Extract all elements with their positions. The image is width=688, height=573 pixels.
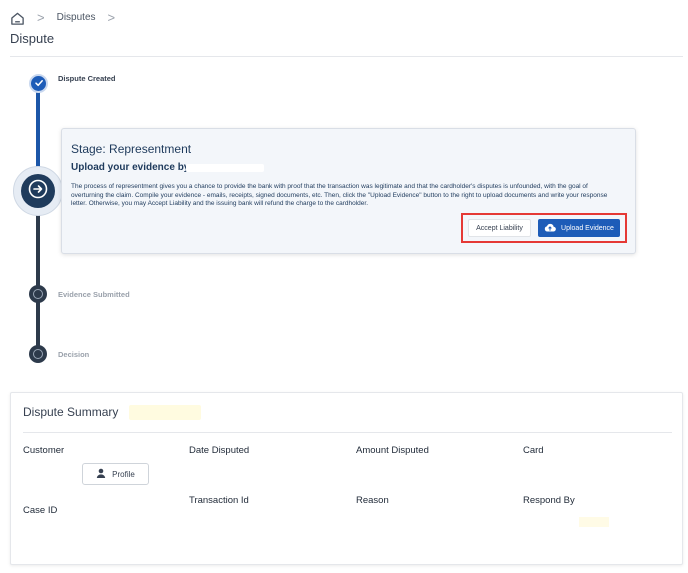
case-id-label: Case ID xyxy=(23,505,58,516)
amount-disputed-label: Amount Disputed xyxy=(356,445,429,456)
date-disputed-label: Date Disputed xyxy=(189,445,250,456)
redacted-dispute-id xyxy=(129,405,201,420)
cloud-upload-icon xyxy=(544,223,556,234)
timeline-step-created-label: Dispute Created xyxy=(58,74,116,83)
arrow-right-circle-icon xyxy=(27,178,49,205)
circle-icon xyxy=(33,289,43,299)
redacted-deadline xyxy=(186,164,264,172)
card-label: Card xyxy=(523,445,544,456)
timeline-step-representment-node xyxy=(13,166,63,216)
respond-by-label: Respond By xyxy=(523,495,575,506)
timeline-step-evidence-label: Evidence Submitted xyxy=(58,290,130,299)
timeline-step-created-node xyxy=(29,74,48,93)
page-title: Dispute xyxy=(10,31,55,46)
check-icon xyxy=(34,75,44,93)
circle-icon xyxy=(33,349,43,359)
timeline-step-evidence-node xyxy=(29,285,47,303)
timeline-connector-completed xyxy=(36,88,40,168)
timeline-step-decision-label: Decision xyxy=(58,350,90,359)
upload-evidence-label: Upload Evidence xyxy=(561,224,614,232)
user-icon xyxy=(96,468,106,480)
profile-button[interactable]: Profile xyxy=(82,463,149,485)
divider xyxy=(10,56,683,57)
divider xyxy=(23,432,672,433)
transaction-id-label: Transaction Id xyxy=(189,495,249,506)
breadcrumb-disputes-link[interactable]: Disputes xyxy=(57,10,96,26)
timeline-step-decision-node xyxy=(29,345,47,363)
summary-title: Dispute Summary xyxy=(23,405,119,419)
profile-label: Profile xyxy=(112,469,135,479)
stage-heading: Upload your evidence by xyxy=(71,162,190,173)
upload-evidence-button[interactable]: Upload Evidence xyxy=(538,219,620,237)
redacted-respond-by-value xyxy=(579,517,609,527)
dispute-summary-card: Dispute Summary Customer Date Disputed A… xyxy=(10,392,683,565)
breadcrumb: > Disputes > xyxy=(10,10,127,26)
reason-label: Reason xyxy=(356,495,389,506)
breadcrumb-separator: > xyxy=(107,10,116,25)
accept-liability-button[interactable]: Accept Liability xyxy=(468,219,531,237)
home-icon[interactable] xyxy=(10,11,25,26)
customer-label: Customer xyxy=(23,445,65,456)
stage-description: The process of representment gives you a… xyxy=(71,183,608,208)
stage-title: Stage: Representment xyxy=(71,142,192,156)
breadcrumb-separator: > xyxy=(37,10,45,25)
